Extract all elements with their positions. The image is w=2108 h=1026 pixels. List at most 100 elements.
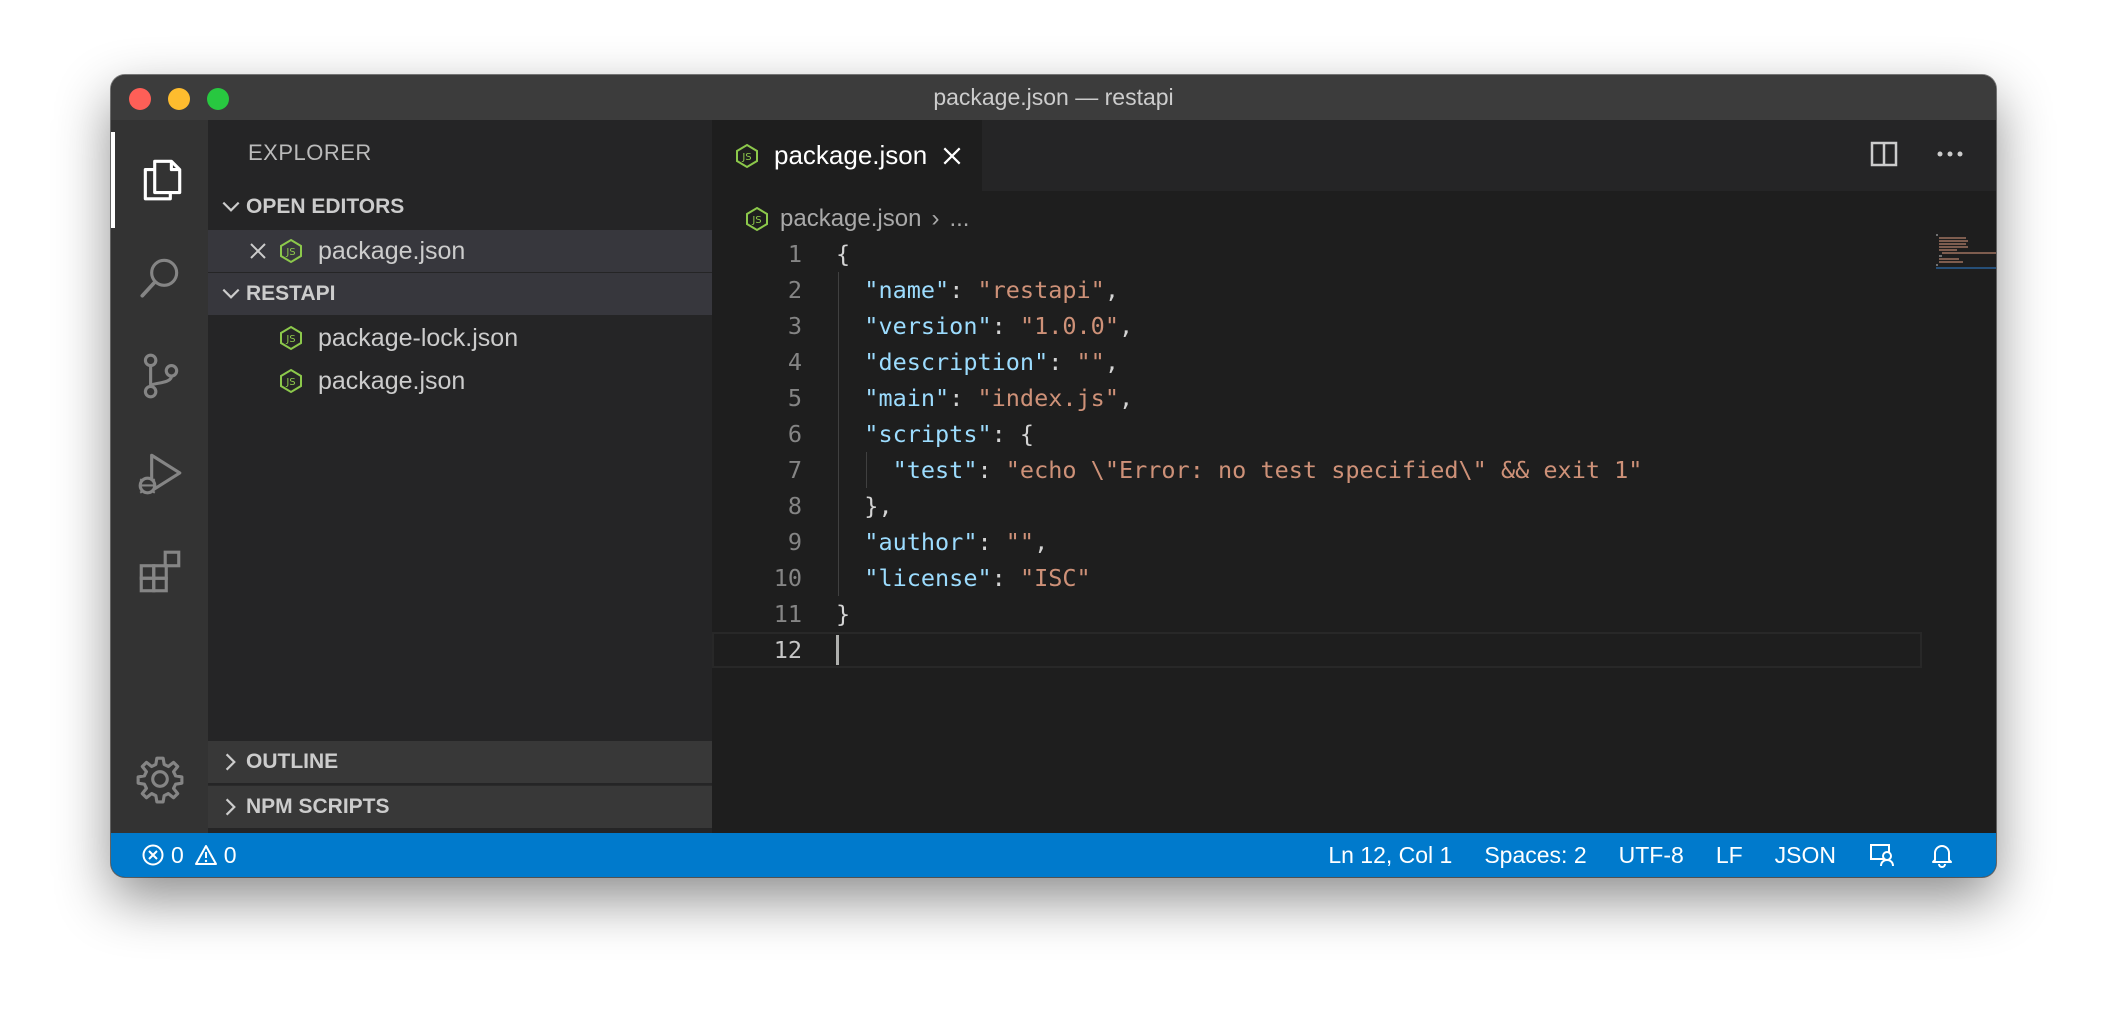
gear-icon	[136, 756, 183, 804]
activity-run-debug[interactable]	[111, 426, 208, 522]
nodejs-icon: JS	[280, 368, 302, 394]
more-actions-icon[interactable]	[1934, 138, 1966, 170]
status-bar: 0 0 Ln 12, Col 1 Spaces: 2 UTF-8 LF JSON	[111, 833, 1996, 877]
indent-guide	[838, 488, 839, 524]
file-name: package.json	[318, 366, 466, 395]
section-label: RESTAPI	[246, 282, 336, 305]
minimap-current-line	[1936, 267, 1996, 269]
open-editor-item[interactable]: JS package.json	[208, 230, 712, 272]
code-line[interactable]: 8 },	[712, 488, 1922, 524]
section-label: OPEN EDITORS	[246, 195, 405, 218]
code-line[interactable]: 9 "author": "",	[712, 524, 1922, 560]
minimap-line	[1936, 264, 1938, 266]
code-text: "license": "ISC"	[864, 564, 1091, 592]
line-number: 4	[787, 348, 802, 376]
breadcrumb-file[interactable]: package.json	[780, 205, 921, 233]
close-window-button[interactable]	[129, 88, 151, 110]
code-line[interactable]: 11}	[712, 596, 1922, 632]
code-text: "main": "index.js",	[864, 384, 1134, 412]
section-open-editors[interactable]: OPEN EDITORS	[208, 186, 712, 228]
indent-guide	[838, 344, 839, 380]
indentation[interactable]: Spaces: 2	[1484, 842, 1586, 869]
chevron-down-icon	[216, 283, 246, 305]
close-icon[interactable]	[248, 241, 268, 261]
indent-guide	[838, 380, 839, 416]
close-icon[interactable]	[941, 145, 963, 167]
activity-explorer[interactable]	[111, 132, 208, 228]
minimap-line	[1939, 258, 1959, 260]
encoding[interactable]: UTF-8	[1619, 842, 1684, 869]
minimap-line	[1939, 246, 1968, 248]
svg-text:JS: JS	[285, 334, 295, 345]
file-item[interactable]: JS package-lock.json	[208, 317, 712, 359]
code-text: "scripts": {	[864, 420, 1035, 448]
code-text: }	[836, 600, 851, 628]
minimap[interactable]	[1936, 234, 1996, 274]
indent-guide	[866, 452, 868, 488]
svg-text:JS: JS	[751, 215, 761, 226]
code-line[interactable]: 2 "name": "restapi",	[712, 272, 1922, 308]
line-number: 11	[773, 600, 802, 628]
activity-search[interactable]	[111, 230, 208, 326]
code-text: "version": "1.0.0",	[864, 312, 1134, 340]
status-bar-right: Ln 12, Col 1 Spaces: 2 UTF-8 LF JSON	[1328, 833, 1956, 877]
minimap-line	[1939, 249, 1957, 251]
indent-guide	[838, 308, 839, 344]
tab-package-json[interactable]: JS package.json	[712, 120, 982, 191]
indent-guide	[838, 452, 839, 488]
code-text: "author": "",	[864, 528, 1049, 556]
line-number: 8	[787, 492, 802, 520]
breadcrumb-rest[interactable]: ...	[949, 205, 969, 233]
section-npm-scripts[interactable]: NPM SCRIPTS	[208, 785, 712, 828]
cursor-position[interactable]: Ln 12, Col 1	[1328, 842, 1452, 869]
activity-source-control[interactable]	[111, 328, 208, 424]
code-text: "test": "echo \"Error: no test specified…	[892, 456, 1643, 484]
code-line[interactable]: 1{	[712, 236, 1922, 272]
nodejs-icon: JS	[280, 238, 302, 264]
line-number: 6	[787, 420, 802, 448]
warning-count: 0	[223, 841, 237, 868]
code-line[interactable]: 4 "description": "",	[712, 344, 1922, 380]
split-editor-icon[interactable]	[1868, 138, 1900, 170]
explorer-sidebar: EXPLORER OPEN EDITORS JS package.json RE…	[208, 120, 712, 833]
minimap-line	[1939, 255, 1942, 257]
window-title: package.json — restapi	[933, 84, 1174, 110]
code-line[interactable]: 7 "test": "echo \"Error: no test specifi…	[712, 452, 1922, 488]
minimize-window-button[interactable]	[168, 88, 190, 110]
code-line[interactable]: 12	[712, 632, 1922, 668]
feedback-icon[interactable]	[1868, 841, 1896, 869]
code-line[interactable]: 6 "scripts": {	[712, 416, 1922, 452]
maximize-window-button[interactable]	[207, 88, 229, 110]
code-text: "name": "restapi",	[864, 276, 1119, 304]
line-number: 12	[773, 636, 802, 664]
end-of-line[interactable]: LF	[1716, 842, 1743, 869]
line-number: 9	[787, 528, 802, 556]
line-number: 1	[787, 240, 802, 268]
svg-text:JS: JS	[285, 247, 295, 258]
editor-actions	[1868, 138, 1966, 170]
section-restapi[interactable]: RESTAPI	[208, 273, 712, 315]
error-count: 0	[171, 841, 184, 868]
indent-guide	[838, 416, 839, 452]
minimap-line	[1939, 237, 1966, 239]
code-line[interactable]: 5 "main": "index.js",	[712, 380, 1922, 416]
line-number: 5	[787, 384, 802, 412]
minimap-line	[1942, 252, 1996, 254]
code-line[interactable]: 10 "license": "ISC"	[712, 560, 1922, 596]
activity-extensions[interactable]	[111, 524, 208, 620]
sidebar-title: EXPLORER	[248, 140, 372, 165]
chevron-down-icon	[216, 196, 246, 218]
line-number: 2	[787, 276, 802, 304]
error-icon	[142, 844, 164, 866]
svg-text:JS: JS	[741, 152, 751, 163]
problems-indicator[interactable]: 0 0	[141, 833, 237, 877]
tab-bar: JS package.json	[712, 120, 1996, 191]
language-mode[interactable]: JSON	[1775, 842, 1836, 869]
notifications-bell-icon[interactable]	[1928, 841, 1956, 869]
indent-guide	[838, 524, 839, 560]
section-outline[interactable]: OUTLINE	[208, 741, 712, 783]
file-item[interactable]: JS package.json	[208, 360, 712, 402]
code-line[interactable]: 3 "version": "1.0.0",	[712, 308, 1922, 344]
nodejs-icon: JS	[280, 325, 302, 351]
activity-manage[interactable]	[111, 731, 208, 827]
